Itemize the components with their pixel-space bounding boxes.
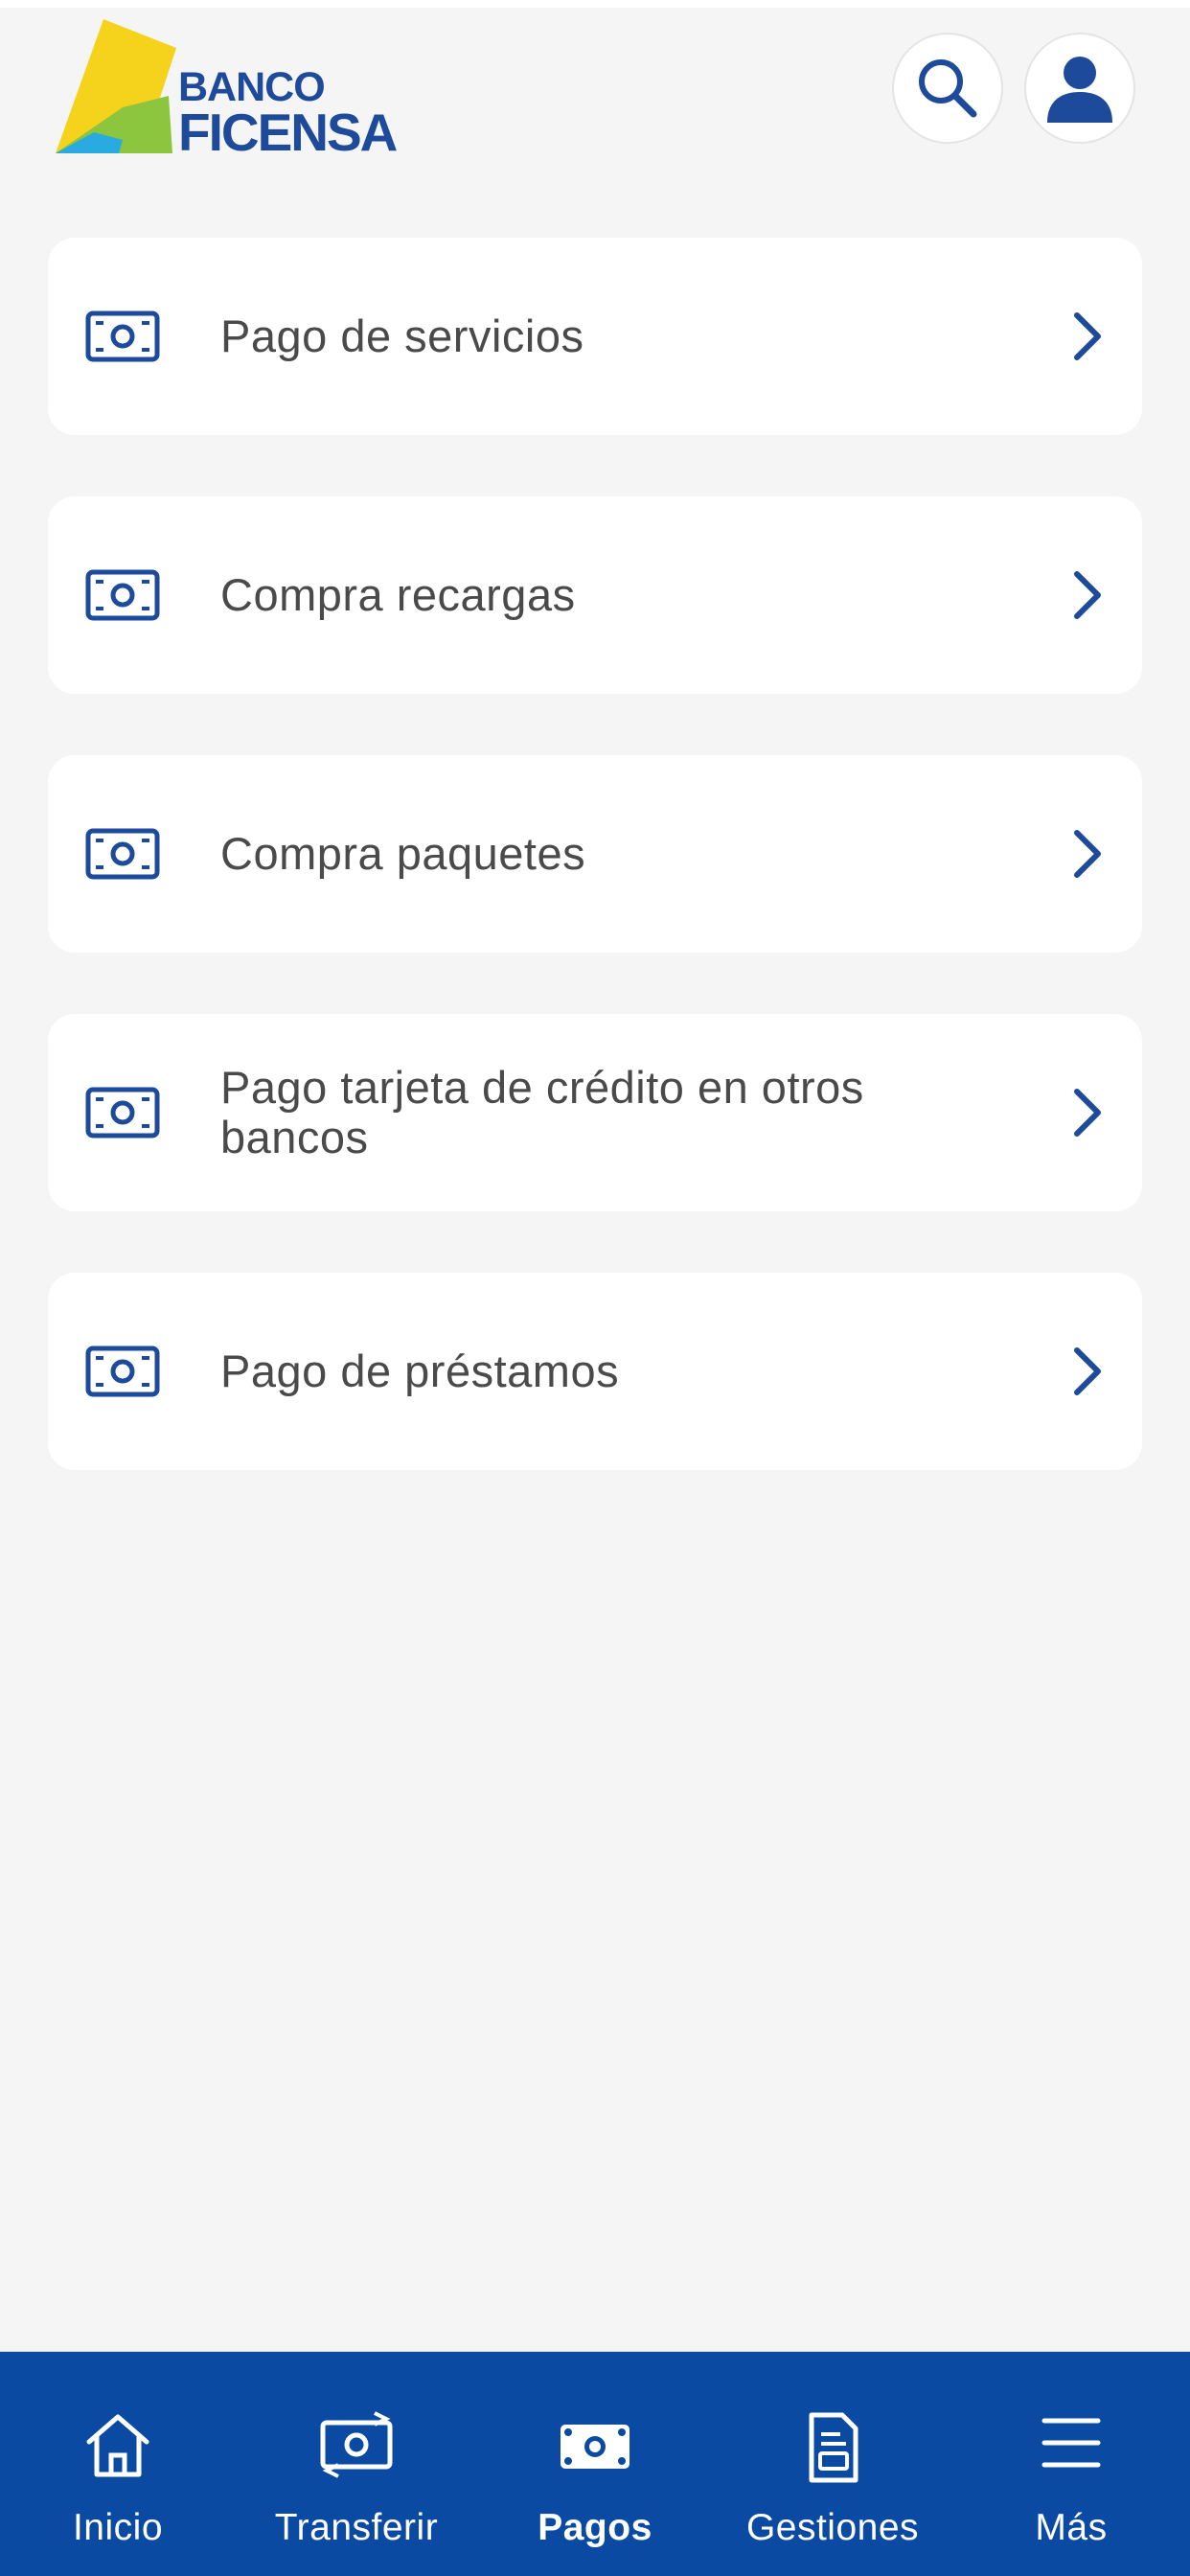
money-bill-icon — [85, 1087, 160, 1138]
chevron-right-icon — [1074, 1347, 1101, 1395]
logo-line-2: FICENSA — [178, 103, 398, 162]
logo-wordmark: BANCO FICENSA — [178, 67, 398, 162]
menu-item-pago-prestamos[interactable]: Pago de préstamos — [48, 1273, 1142, 1470]
nav-item-inicio[interactable]: Inicio — [0, 2352, 236, 2576]
menu-item-label: Pago de préstamos — [220, 1346, 620, 1396]
nav-label: Pagos — [538, 2507, 652, 2548]
nav-item-mas[interactable]: Más — [952, 2352, 1190, 2576]
menu-icon — [1041, 2418, 1101, 2468]
status-strip — [0, 0, 1190, 8]
menu-item-compra-recargas[interactable]: Compra recargas — [48, 496, 1142, 694]
menu-item-pago-tarjeta-otros-bancos[interactable]: Pago tarjeta de crédito en otros bancos — [48, 1014, 1142, 1211]
bank-logo: BANCO FICENSA — [56, 19, 400, 163]
menu-item-compra-paquetes[interactable]: Compra paquetes — [48, 755, 1142, 953]
menu-item-label: Pago de servicios — [220, 310, 584, 361]
menu-item-pago-servicios[interactable]: Pago de servicios — [48, 238, 1142, 435]
money-bill-filled-icon — [561, 2425, 629, 2469]
money-bill-icon — [85, 310, 160, 362]
logo-mark-icon — [56, 19, 176, 153]
home-icon — [86, 2414, 149, 2477]
menu-item-label: Compra recargas — [220, 569, 576, 620]
chevron-right-icon — [1074, 571, 1101, 619]
chevron-right-icon — [1074, 830, 1101, 878]
nav-label: Transferir — [274, 2507, 439, 2548]
document-icon — [809, 2412, 858, 2483]
chevron-right-icon — [1074, 312, 1101, 360]
nav-label: Más — [1035, 2507, 1108, 2548]
user-icon — [1047, 57, 1112, 123]
nav-label: Inicio — [72, 2507, 164, 2548]
search-icon — [919, 59, 977, 118]
payments-menu: Pago de servicios Compra recargas Compra… — [48, 238, 1142, 1531]
money-bill-icon — [85, 828, 160, 880]
chevron-right-icon — [1074, 1089, 1101, 1137]
money-bill-icon — [85, 569, 160, 621]
nav-item-transferir[interactable]: Transferir — [236, 2352, 477, 2576]
menu-item-label: Compra paquetes — [220, 828, 586, 879]
bottom-navigation: Inicio Transferir Pagos Gestiones Más — [0, 2352, 1190, 2576]
profile-button[interactable] — [1024, 33, 1135, 144]
money-bill-icon — [85, 1346, 160, 1397]
menu-item-label: Pago tarjeta de crédito en otros bancos — [220, 1062, 864, 1162]
transfer-icon — [320, 2411, 393, 2478]
nav-item-gestiones[interactable]: Gestiones — [713, 2352, 952, 2576]
nav-label: Gestiones — [745, 2507, 920, 2548]
payments-screen: BANCO FICENSA Pago de servicios Compra r… — [0, 0, 1190, 2576]
nav-item-pagos[interactable]: Pagos — [477, 2352, 713, 2576]
search-button[interactable] — [892, 33, 1003, 144]
